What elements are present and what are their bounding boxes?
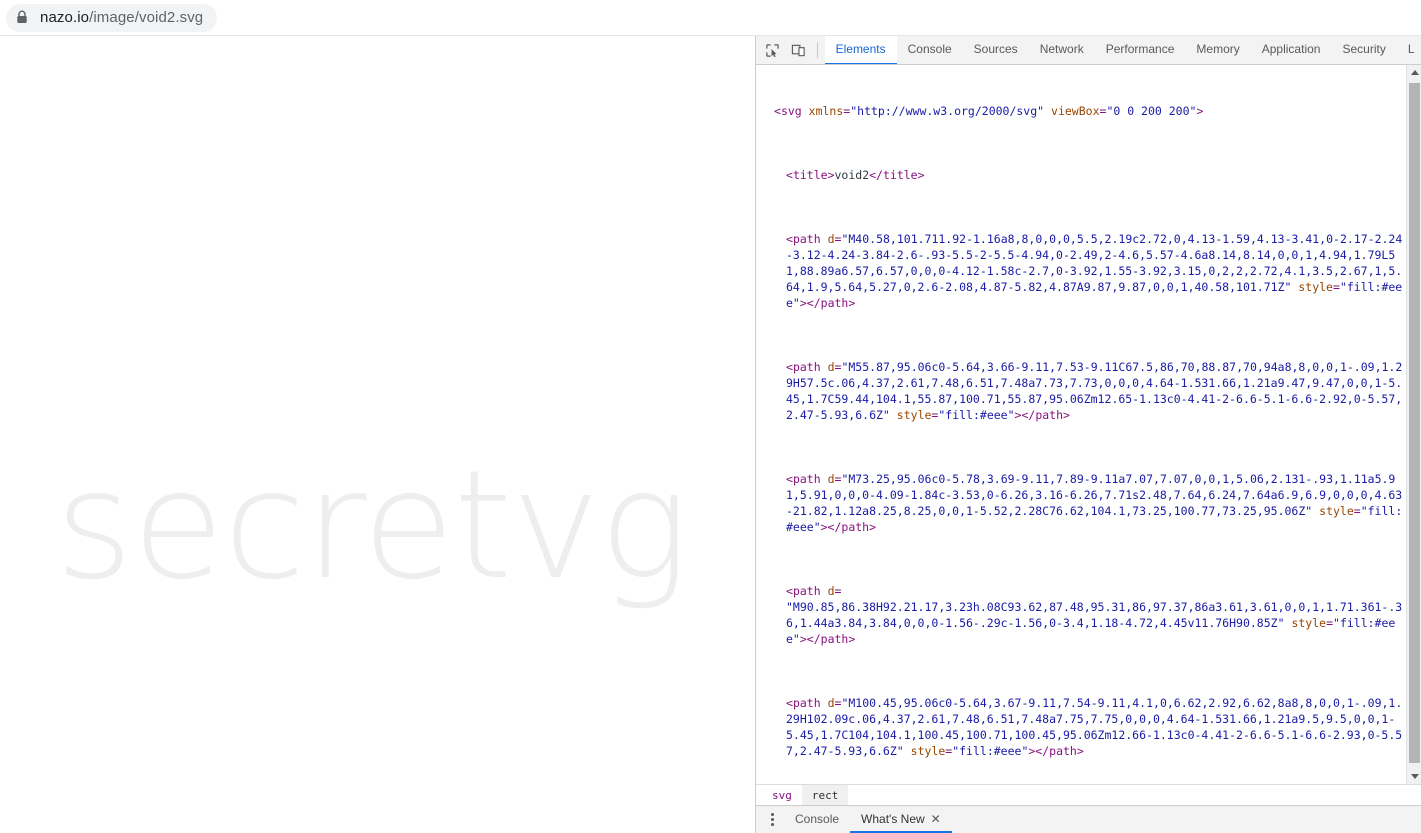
tab-network[interactable]: Network bbox=[1029, 36, 1095, 64]
breadcrumb-item-svg[interactable]: svg bbox=[762, 785, 802, 805]
drawer-tab-console[interactable]: Console bbox=[784, 806, 850, 833]
title-tag-open: title bbox=[792, 168, 828, 182]
close-icon[interactable]: ✕ bbox=[931, 813, 941, 825]
elements-tree-scroll[interactable]: <svg xmlns="http://www.w3.org/2000/svg" … bbox=[756, 65, 1406, 784]
dom-node-title[interactable]: <title>void2</title> bbox=[756, 167, 1406, 183]
path-d-attr-name: d bbox=[827, 232, 835, 246]
inspect-element-icon[interactable] bbox=[760, 38, 786, 62]
svg-xmlns-attr-value: "http://www.w3.org/2000/svg" bbox=[850, 104, 1045, 118]
path-tag-close: path bbox=[1049, 744, 1077, 758]
path-style-value: "fill:#eee" bbox=[938, 408, 1015, 422]
breadcrumb: svg rect bbox=[756, 784, 1421, 805]
path-d-attr-name: d bbox=[827, 472, 835, 486]
dom-node-svg[interactable]: <svg xmlns="http://www.w3.org/2000/svg" … bbox=[756, 103, 1406, 119]
tab-security[interactable]: Security bbox=[1331, 36, 1396, 64]
devtools-panel: Elements Console Sources Network Perform… bbox=[755, 36, 1421, 833]
path-d-value: "M55.87,95.06c0-5.64,3.66-9.11,7.53-9.11… bbox=[786, 360, 1403, 422]
path-d-attr-name: d bbox=[827, 584, 835, 598]
path-tag-name: path bbox=[792, 360, 821, 374]
url-path: /image/void2.svg bbox=[89, 9, 204, 26]
dom-node-path[interactable]: <path d="M100.45,95.06c0-5.64,3.67-9.11,… bbox=[756, 695, 1406, 759]
scrollbar-thumb[interactable] bbox=[1409, 83, 1420, 763]
scroll-down-arrow-icon[interactable] bbox=[1407, 769, 1421, 784]
devtools-toolbar: Elements Console Sources Network Perform… bbox=[756, 36, 1421, 65]
dom-node-path[interactable]: <path d="M40.58,101.711.92-1.16a8,8,0,0,… bbox=[756, 231, 1406, 311]
svg-viewbox-attr-name: viewBox bbox=[1051, 104, 1100, 118]
tab-application[interactable]: Application bbox=[1251, 36, 1332, 64]
svg-xmlns-attr-name: xmlns bbox=[808, 104, 844, 118]
path-style-attr-name: style bbox=[896, 408, 932, 422]
dom-node-path[interactable]: <path d= "M90.85,86.38H92.21.17,3.23h.08… bbox=[756, 583, 1406, 647]
url-text: nazo.io/image/void2.svg bbox=[40, 9, 203, 26]
drawer-tab-whats-new-label: What's New bbox=[861, 811, 925, 826]
devtools-drawer: Console What's New ✕ bbox=[756, 805, 1421, 833]
path-tag-name: path bbox=[792, 232, 821, 246]
path-tag-close: path bbox=[1035, 408, 1064, 422]
device-toolbar-icon[interactable] bbox=[786, 38, 812, 62]
more-vertical-icon[interactable] bbox=[760, 806, 784, 833]
elements-tree-body: <svg xmlns="http://www.w3.org/2000/svg" … bbox=[756, 65, 1421, 784]
svg-watermark-text: secretvg bbox=[55, 439, 689, 613]
toolbar-divider bbox=[816, 42, 818, 58]
dom-node-path[interactable]: <path d="M55.87,95.06c0-5.64,3.66-9.11,7… bbox=[756, 359, 1406, 423]
path-tag-close: path bbox=[820, 632, 849, 646]
path-d-attr-name: d bbox=[827, 360, 835, 374]
url-host: nazo.io bbox=[40, 9, 90, 26]
tab-performance[interactable]: Performance bbox=[1095, 36, 1186, 64]
path-tag-name: path bbox=[792, 472, 821, 486]
breadcrumb-item-rect[interactable]: rect bbox=[801, 785, 849, 805]
tab-console[interactable]: Console bbox=[897, 36, 963, 64]
drawer-tab-whats-new[interactable]: What's New ✕ bbox=[850, 806, 952, 833]
path-style-value: "fill:#eee" bbox=[952, 744, 1029, 758]
tab-sources[interactable]: Sources bbox=[963, 36, 1029, 64]
address-bar[interactable]: nazo.io/image/void2.svg bbox=[6, 3, 218, 32]
elements-tree: <svg xmlns="http://www.w3.org/2000/svg" … bbox=[756, 65, 1406, 784]
dom-node-path[interactable]: <path d="M73.25,95.06c0-5.78,3.69-9.11,7… bbox=[756, 471, 1406, 535]
title-text: void2 bbox=[834, 168, 870, 182]
lock-icon bbox=[16, 10, 30, 26]
path-d-value: "M73.25,95.06c0-5.78,3.69-9.11,7.89-9.11… bbox=[786, 472, 1403, 518]
tab-elements[interactable]: Elements bbox=[824, 36, 897, 64]
devtools-tab-bar: Elements Console Sources Network Perform… bbox=[824, 36, 1421, 64]
path-style-attr-name: style bbox=[910, 744, 946, 758]
path-tag-name: path bbox=[792, 696, 821, 710]
path-d-value: "M100.45,95.06c0-5.64,3.67-9.11,7.54-9.1… bbox=[786, 696, 1403, 758]
path-style-attr-name: style bbox=[1298, 280, 1333, 294]
svg-tag-name: svg bbox=[780, 104, 802, 118]
app-root: nazo.io/image/void2.svg secretvg Element… bbox=[0, 0, 1421, 833]
path-tag-name: path bbox=[792, 584, 821, 598]
path-tag-close: path bbox=[841, 520, 870, 534]
svg-viewbox-attr-value: "0 0 200 200" bbox=[1106, 104, 1197, 118]
tab-lighthouse[interactable]: L bbox=[1397, 36, 1421, 64]
title-tag-close: title bbox=[882, 168, 918, 182]
path-style-attr-name: style bbox=[1291, 616, 1327, 630]
page-viewport: secretvg bbox=[0, 36, 755, 833]
path-style-attr-name: style bbox=[1319, 504, 1354, 518]
scroll-up-arrow-icon[interactable] bbox=[1407, 65, 1421, 80]
elements-scrollbar[interactable] bbox=[1406, 65, 1421, 784]
browser-toolbar: nazo.io/image/void2.svg bbox=[0, 0, 1421, 36]
path-tag-close: path bbox=[820, 296, 849, 310]
tab-memory[interactable]: Memory bbox=[1185, 36, 1250, 64]
path-d-attr-name: d bbox=[827, 696, 835, 710]
